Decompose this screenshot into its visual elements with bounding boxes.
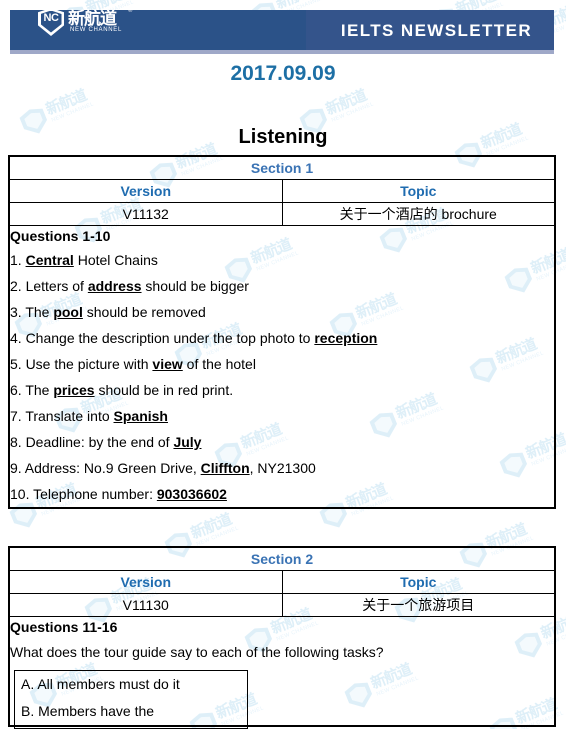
question-text: 4. Change the description under the top … xyxy=(10,330,315,346)
question-text: should be bigger xyxy=(141,278,249,294)
question-text: , NY21300 xyxy=(249,460,316,476)
watermark-en-text: NEW CHANNEL xyxy=(195,525,240,548)
question-text: 5. Use the picture with xyxy=(10,356,153,372)
question-text: 7. Translate into xyxy=(10,408,114,424)
header-bottom-rule xyxy=(10,50,554,54)
watermark-en-text: NEW CHANNEL xyxy=(50,101,95,124)
logo-cn-name: 新航道 xyxy=(68,9,117,28)
section-1-title-row: Section 1 xyxy=(9,156,555,180)
section-2-questions-heading: Questions 11-16 xyxy=(10,619,118,635)
answer-key: pool xyxy=(53,304,83,320)
column-header-version-2: Version xyxy=(9,570,283,594)
question-text: of the hotel xyxy=(182,356,256,372)
answer-key: Spanish xyxy=(113,408,168,424)
watermark-cn-text: 新航道 xyxy=(188,510,234,543)
column-header-topic-2: Topic xyxy=(281,570,555,594)
question-item: 7. Translate into Spanish xyxy=(10,403,554,429)
registered-mark: ® xyxy=(128,8,133,14)
column-header-version: Version xyxy=(9,179,283,203)
question-item: 10. Telephone number: 903036602 xyxy=(10,481,554,507)
question-text: 2. Letters of xyxy=(10,278,88,294)
watermark-en-text: NEW CHANNEL xyxy=(330,101,375,124)
shield-icon: NC xyxy=(38,8,64,36)
question-item: 1. Central Hotel Chains xyxy=(10,247,554,273)
section-1-column-header-row: Version Topic xyxy=(9,179,555,203)
answer-key: view xyxy=(152,356,183,372)
section-2-value-row: V11130 关于一个旅游项目 xyxy=(9,593,555,617)
issue-date: 2017.09.09 xyxy=(230,62,336,85)
section-2-version: V11130 xyxy=(9,593,283,617)
section-2-name: Section 2 xyxy=(9,547,555,571)
question-text: 9. Address: No.9 Green Drive, xyxy=(10,460,201,476)
logo-wordmark: 新航道 ® NEW CHANNEL xyxy=(68,7,144,37)
logo-mark-text: NC xyxy=(43,12,59,24)
section-2-prompt: What does the tour guide say to each of … xyxy=(10,644,384,660)
answer-key: 903036602 xyxy=(156,486,227,502)
question-item: 5. Use the picture with view of the hote… xyxy=(10,351,554,377)
answer-key: July xyxy=(173,434,202,450)
answer-key: reception xyxy=(314,330,378,346)
page-title: Listening xyxy=(238,126,328,148)
watermark-cn-text: 新航道 xyxy=(323,86,369,119)
question-item: 6. The prices should be in red print. xyxy=(10,377,554,403)
question-item: 8. Deadline: by the end of July xyxy=(10,429,554,455)
section-1-topic: 关于一个酒店的 brochure xyxy=(281,202,555,226)
section-1-name: Section 1 xyxy=(9,156,555,180)
question-item: 4. Change the description under the top … xyxy=(10,325,554,351)
answer-options-box: A. All members must do it B. Members hav… xyxy=(14,670,248,729)
section-1-questions-cell: Questions 1-10 1. Central Hotel Chains 2.… xyxy=(9,225,555,508)
option-a: A. All members must do it xyxy=(21,676,180,692)
question-text: 10. Telephone number: xyxy=(10,486,157,502)
section-2-title-row: Section 2 xyxy=(9,547,555,571)
section-2-topic: 关于一个旅游项目 xyxy=(281,593,555,617)
question-text: should be removed xyxy=(82,304,206,320)
section-1-question-list: 1. Central Hotel Chains 2. Letters of add… xyxy=(10,247,554,507)
brand-logo: NC 新航道 ® NEW CHANNEL xyxy=(38,6,144,38)
option-b: B. Members have the xyxy=(21,703,155,719)
answer-key: Central xyxy=(25,252,74,268)
question-item: 9. Address: No.9 Green Drive, Cliffton, … xyxy=(10,455,554,481)
section-1-table: Section 1 Version Topic V11132 关于一个酒店的 b… xyxy=(8,155,556,509)
section-1-questions-row: Questions 1-10 1. Central Hotel Chains 2.… xyxy=(9,225,555,508)
question-text: 6. The xyxy=(10,382,54,398)
watermark-cn-text: 新航道 xyxy=(43,86,89,119)
question-text: 8. Deadline: by the end of xyxy=(10,434,174,450)
section-1-grid: Section 1 Version Topic V11132 关于一个酒店的 b… xyxy=(9,156,555,508)
question-item: 3. The pool should be removed xyxy=(10,299,554,325)
answer-key: prices xyxy=(53,382,95,398)
logo-en-name: NEW CHANNEL xyxy=(70,27,123,33)
section-2-column-header-row: Version Topic xyxy=(9,570,555,594)
column-header-topic: Topic xyxy=(281,179,555,203)
question-item: 2. Letters of address should be bigger xyxy=(10,273,554,299)
question-text: 3. The xyxy=(10,304,54,320)
section-1-value-row: V11132 关于一个酒店的 brochure xyxy=(9,202,555,226)
question-text: Hotel Chains xyxy=(73,252,158,268)
section-1-version: V11132 xyxy=(9,202,283,226)
question-text: should be in red print. xyxy=(94,382,234,398)
section-1-questions-heading: Questions 1-10 xyxy=(10,228,111,244)
answer-key: address xyxy=(87,278,142,294)
newsletter-title: IELTS NEWSLETTER xyxy=(340,21,532,40)
answer-key: Cliffton xyxy=(200,460,250,476)
question-text: 1. xyxy=(10,252,26,268)
